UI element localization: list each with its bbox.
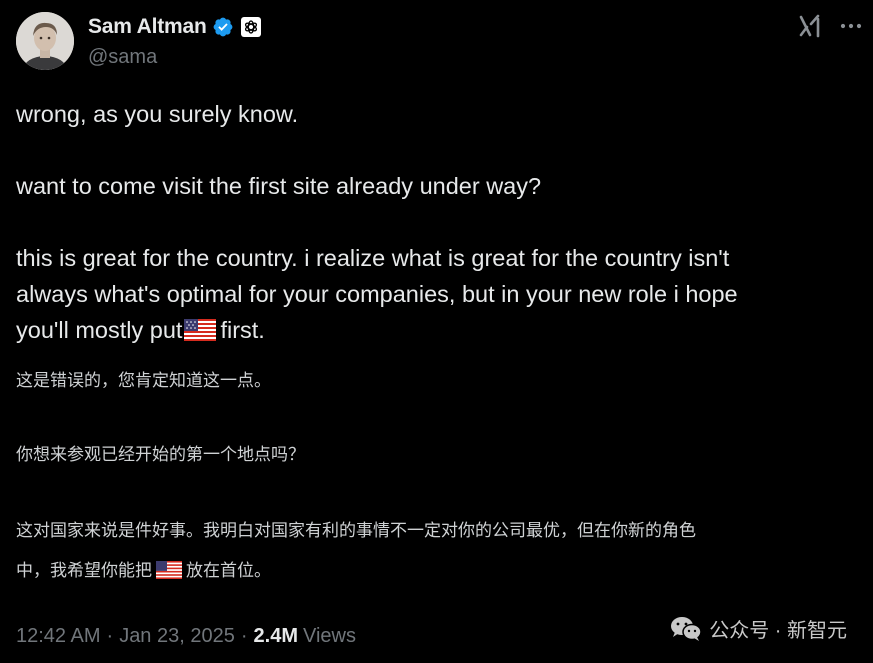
- wechat-watermark: 公众号 · 新智元: [669, 614, 847, 643]
- tweet-text-line: always what's optimal for your companies…: [16, 281, 738, 307]
- translation-fragment: 放在首位。: [186, 561, 271, 580]
- display-name[interactable]: Sam Altman: [88, 15, 207, 39]
- grok-icon[interactable]: [798, 14, 824, 38]
- tweet-text-line: wrong, as you surely know.: [16, 101, 299, 127]
- tweet-text-fragment: you'll mostly put: [16, 317, 183, 343]
- translation-line: 这是错误的，您肯定知道这一点。: [16, 371, 271, 390]
- views-label[interactable]: Views: [303, 625, 356, 648]
- tweet-text-line: want to come visit the first site alread…: [16, 173, 542, 199]
- tweet-card: Sam Altman @sama wrong, as you surely kn…: [0, 0, 873, 663]
- wechat-icon: [669, 615, 703, 643]
- tweet-meta: 12:42 AM · Jan 23, 2025 · 2.4M Views: [16, 625, 356, 648]
- openai-logo-icon[interactable]: [240, 17, 261, 37]
- tweet-text-paragraph: this is great for the country. i realize…: [16, 240, 857, 351]
- tweet-text-line: you'll mostly put first.: [16, 312, 857, 351]
- translation-line: 这对国家来说是件好事。我明白对国家有利的事情不一定对你的公司最优，但在你新的角色: [16, 521, 696, 540]
- meta-separator: ·: [106, 625, 114, 647]
- tweet-text-fragment: first.: [220, 317, 265, 343]
- avatar[interactable]: [16, 12, 74, 70]
- verified-badge-icon[interactable]: [212, 16, 234, 38]
- user-handle[interactable]: @sama: [88, 46, 157, 69]
- author-name-row: Sam Altman: [88, 13, 261, 41]
- more-icon[interactable]: [838, 14, 864, 38]
- translation-line: 你想来参观已经开始的第一个地点吗？: [16, 445, 305, 464]
- meta-separator: ·: [240, 625, 248, 647]
- tweet-text-line: this is great for the country. i realize…: [16, 245, 730, 271]
- avatar-image: [16, 12, 74, 70]
- tweet-time[interactable]: 12:42 AM: [16, 625, 101, 648]
- views-count[interactable]: 2.4M: [254, 625, 298, 648]
- translation-line: 中，我希望你能把 放在首位。: [16, 555, 857, 590]
- translation-fragment: 中，我希望你能把: [16, 561, 152, 580]
- us-flag-icon: [184, 315, 217, 351]
- watermark-text: 公众号 · 新智元: [709, 620, 847, 642]
- tweet-date[interactable]: Jan 23, 2025: [119, 625, 235, 648]
- us-flag-icon: [156, 558, 182, 590]
